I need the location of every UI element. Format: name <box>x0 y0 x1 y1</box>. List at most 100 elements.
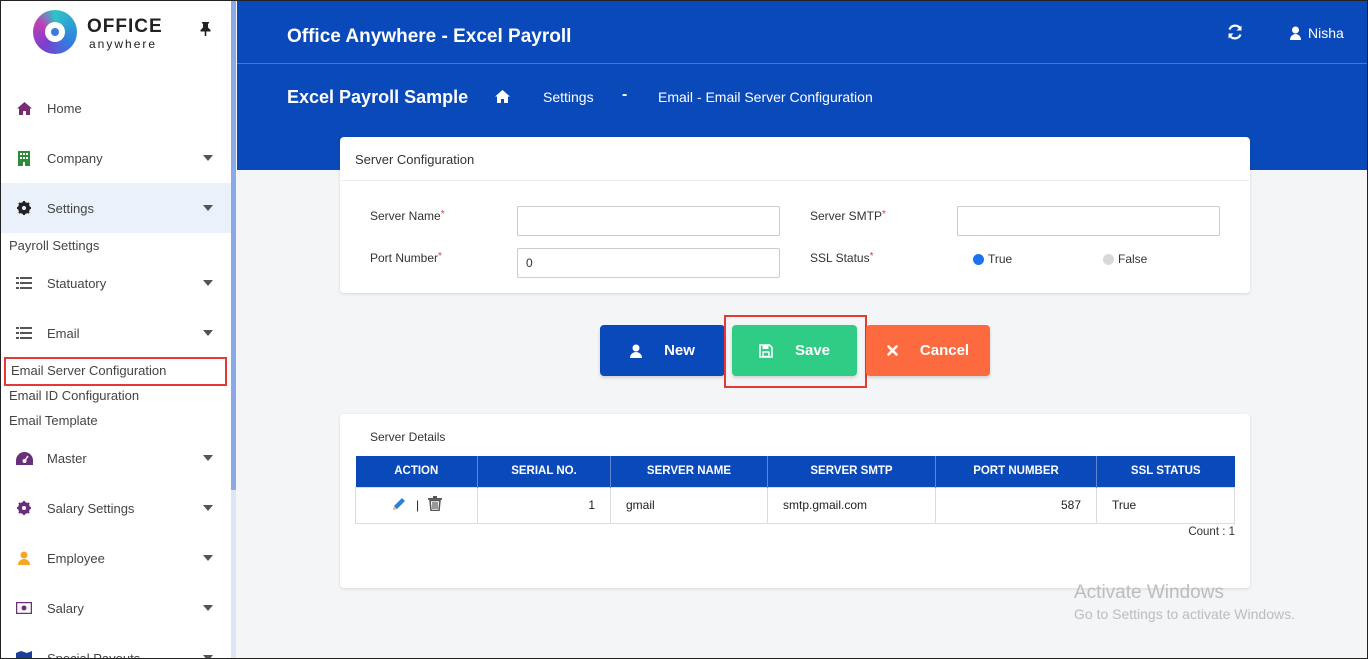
ssl-false-label: False <box>1118 252 1148 266</box>
ssl-status-label-text: SSL Status <box>810 251 870 265</box>
ssl-status-label: SSL Status* <box>810 251 874 265</box>
server-name-cell: gmail <box>610 486 768 524</box>
ssl-false-radio[interactable]: False <box>1103 252 1147 266</box>
sidebar-item-label: Home <box>47 100 82 116</box>
server-smtp-input[interactable] <box>957 206 1220 236</box>
sidebar-item-salary-settings[interactable]: Salary Settings <box>0 483 231 533</box>
breadcrumb-current: Email - Email Server Configuration <box>658 89 873 105</box>
required-mark: * <box>438 251 442 262</box>
chevron-down-icon <box>203 330 213 336</box>
chevron-down-icon <box>203 205 213 211</box>
ssl-status-cell: True <box>1096 486 1235 524</box>
server-name-input[interactable] <box>517 206 780 236</box>
sidebar-item-label: Employee <box>47 550 105 566</box>
dashboard-icon <box>15 450 33 466</box>
server-smtp-label: Server SMTP* <box>810 209 886 223</box>
sidebar-item-settings[interactable]: Settings <box>0 183 231 233</box>
chevron-down-icon <box>203 555 213 561</box>
required-mark: * <box>440 209 445 220</box>
server-details-title: Server Details <box>370 430 446 444</box>
sidebar-item-home[interactable]: Home <box>0 83 231 133</box>
gear-icon <box>15 500 33 516</box>
port-number-cell: 587 <box>935 486 1097 524</box>
app-title: Office Anywhere - Excel Payroll <box>287 26 572 47</box>
column-header-action[interactable]: ACTION <box>355 456 478 487</box>
chevron-down-icon <box>203 280 213 286</box>
user-icon <box>630 344 643 358</box>
home-icon <box>15 100 33 116</box>
radio-unselected-icon <box>1103 253 1114 265</box>
office-anywhere-logo[interactable]: OFFICE anywhere <box>33 10 163 54</box>
sidebar-scrollbar-thumb[interactable] <box>231 0 236 490</box>
sidebar-item-employee[interactable]: Employee <box>0 533 231 583</box>
server-name-label-text: Server Name <box>370 209 441 223</box>
sidebar-sub-email-template[interactable]: Email Template <box>9 413 98 428</box>
trash-icon[interactable] <box>428 496 443 514</box>
cancel-button-label: Cancel <box>919 342 970 359</box>
page-title: Excel Payroll Sample <box>287 87 469 107</box>
chevron-down-icon <box>203 455 213 461</box>
building-icon <box>15 150 33 166</box>
port-number-label: Port Number* <box>370 251 442 265</box>
gear-icon <box>15 200 33 216</box>
sidebar-item-label: Master <box>47 450 87 466</box>
server-name-label: Server Name* <box>370 209 445 223</box>
chevron-down-icon <box>203 155 213 161</box>
table-row: | 1 gmail smtp.gmail.com 587 True <box>355 486 1235 524</box>
map-icon <box>15 650 33 659</box>
record-count: Count : 1 <box>1188 526 1235 538</box>
new-button[interactable]: New <box>600 325 725 376</box>
breadcrumb-settings[interactable]: Settings <box>543 89 594 105</box>
ssl-true-radio[interactable]: True <box>973 252 1012 266</box>
action-separator: | <box>415 498 420 512</box>
new-button-label: New <box>664 342 695 359</box>
sidebar-item-label: Statuatory <box>47 275 107 291</box>
table-header-row: ACTION SERIAL NO. SERVER NAME SERVER SMT… <box>355 456 1235 487</box>
sidebar-item-salary[interactable]: Salary <box>0 583 231 633</box>
column-header-server-smtp[interactable]: SERVER SMTP <box>767 456 936 487</box>
column-header-server-name[interactable]: SERVER NAME <box>610 456 768 487</box>
port-number-label-text: Port Number <box>370 251 439 265</box>
activate-windows-title: Activate Windows <box>1074 582 1224 603</box>
sidebar-item-label: Settings <box>47 200 94 216</box>
breadcrumb-home-icon[interactable] <box>495 90 510 108</box>
breadcrumb-separator: - <box>622 86 628 103</box>
refresh-icon[interactable] <box>1227 24 1243 45</box>
sidebar-item-label: Special Payouts <box>47 650 141 659</box>
action-cell: | <box>355 486 478 524</box>
list-icon <box>15 325 33 341</box>
save-button[interactable]: Save <box>732 325 857 376</box>
column-header-serial[interactable]: SERIAL NO. <box>477 456 611 487</box>
port-number-input[interactable] <box>517 248 780 278</box>
user-icon <box>15 550 33 566</box>
sidebar-item-statuatory[interactable]: Statuatory <box>0 258 231 308</box>
user-name: Nisha <box>1308 25 1344 41</box>
sidebar-sub-email-server-configuration[interactable]: Email Server Configuration <box>4 357 227 386</box>
sidebar-item-email[interactable]: Email <box>0 308 231 358</box>
edit-pencil-icon[interactable] <box>391 496 407 515</box>
user-menu[interactable]: Nisha <box>1290 25 1344 41</box>
sidebar-item-master[interactable]: Master <box>0 433 231 483</box>
cancel-button[interactable]: Cancel <box>866 325 990 376</box>
server-configuration-title: Server Configuration <box>340 137 1250 181</box>
column-header-port-number[interactable]: PORT NUMBER <box>935 456 1097 487</box>
chevron-down-icon <box>203 505 213 511</box>
sidebar-item-special-payouts[interactable]: Special Payouts <box>0 633 231 659</box>
server-smtp-label-text: Server SMTP <box>810 209 883 223</box>
chevron-down-icon <box>203 655 213 659</box>
sidebar-item-company[interactable]: Company <box>0 133 231 183</box>
radio-selected-icon <box>973 253 984 265</box>
money-icon <box>15 600 33 616</box>
logo-mark <box>33 10 77 54</box>
sidebar-item-label: Salary Settings <box>47 500 135 516</box>
ssl-true-label: True <box>988 252 1013 266</box>
close-icon <box>887 345 898 356</box>
list-icon <box>15 275 33 291</box>
sidebar-sub-email-id-configuration[interactable]: Email ID Configuration <box>9 388 139 403</box>
sidebar-sub-payroll-settings[interactable]: Payroll Settings <box>9 238 99 253</box>
column-header-ssl-status[interactable]: SSL STATUS <box>1096 456 1235 487</box>
pin-icon[interactable] <box>200 22 211 39</box>
user-icon <box>1290 26 1301 40</box>
floppy-disk-icon <box>759 343 773 358</box>
chevron-down-icon <box>203 605 213 611</box>
